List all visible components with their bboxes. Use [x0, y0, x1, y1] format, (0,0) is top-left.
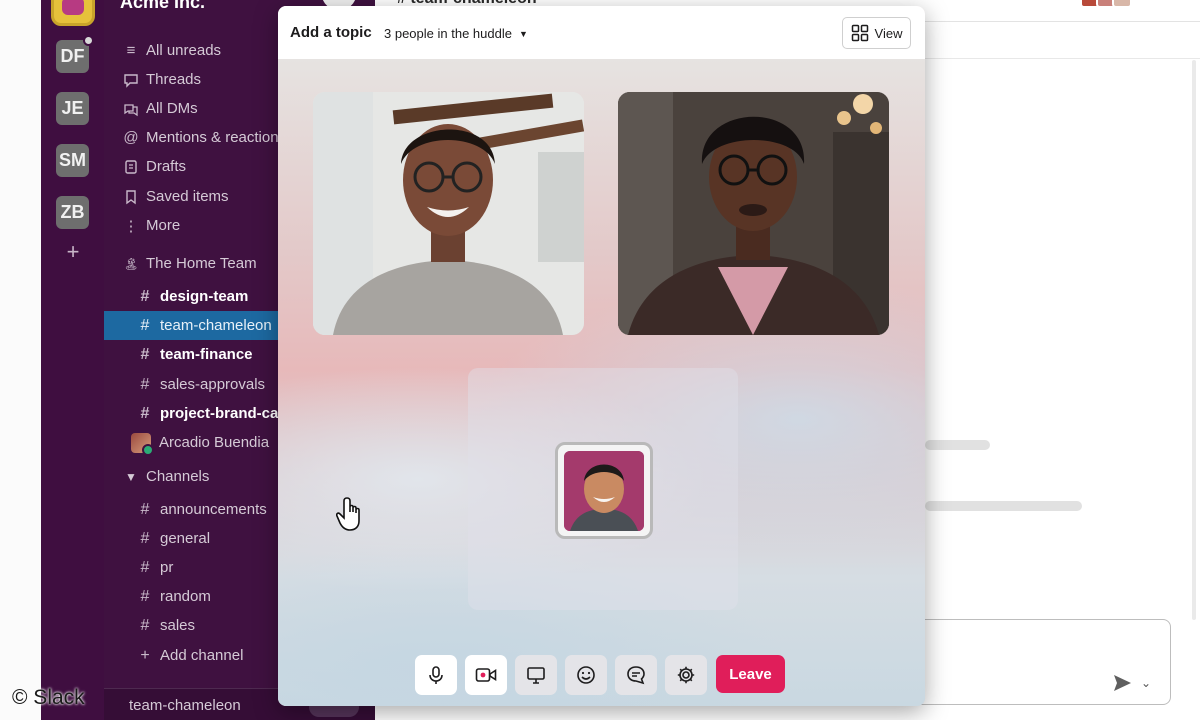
participant-video-1[interactable] [313, 92, 584, 335]
workspace-df[interactable]: DF [56, 35, 94, 73]
chevron-down-icon[interactable]: ⌄ [1141, 676, 1151, 690]
all-unreads-icon: ≡ [126, 42, 136, 59]
grid-icon [851, 24, 868, 42]
avatar [564, 451, 644, 531]
threads-icon [121, 70, 141, 90]
workspace-je[interactable]: JE [56, 92, 89, 125]
hash-icon: # [140, 616, 150, 634]
hash-icon: # [140, 587, 150, 605]
settings-icon [677, 666, 695, 684]
unread-dot [83, 35, 94, 46]
screen-share-button[interactable] [515, 655, 557, 695]
chevron-down-icon: ▼ [518, 28, 528, 39]
hash-icon: # [140, 287, 150, 305]
mute-button[interactable] [415, 655, 457, 695]
participant-avatar[interactable] [555, 442, 653, 539]
hash-icon: # [140, 558, 150, 576]
message-placeholder [925, 440, 990, 450]
hash-icon: # [140, 345, 150, 363]
hand-cursor-icon [336, 497, 360, 531]
huddle-header: Add a topic 3 people in the huddle ▼ View [278, 6, 925, 59]
participant-video-2[interactable] [618, 92, 889, 335]
add-topic-button[interactable]: Add a topic [290, 24, 372, 41]
hash-icon: # [140, 500, 150, 518]
video-icon [475, 668, 497, 682]
workspace-logo[interactable] [51, 0, 95, 26]
logo-mark [62, 0, 84, 15]
settings-button[interactable] [665, 655, 707, 695]
video-button[interactable] [465, 655, 507, 695]
view-button[interactable]: View [842, 17, 911, 49]
mentions-icon: @ [123, 129, 139, 146]
section-the-home-team[interactable]: 🏝 The Home Team [121, 255, 256, 272]
participant-photo [313, 92, 584, 335]
scrollbar[interactable] [1192, 60, 1196, 620]
workspace-sm[interactable]: SM [56, 144, 89, 177]
huddle-window: Add a topic 3 people in the huddle ▼ View [278, 6, 925, 706]
participant-photo [618, 92, 889, 335]
people-dropdown[interactable]: 3 people in the huddle ▼ [384, 26, 528, 41]
plus-icon: + [140, 646, 150, 664]
huddle-stage: Leave [278, 59, 925, 706]
hash-icon: # [140, 404, 150, 422]
reactions-button[interactable] [565, 655, 607, 695]
microphone-icon [429, 666, 443, 684]
huddle-channel-label: team-chameleon [129, 697, 241, 714]
member-avatars[interactable] [1080, 0, 1140, 8]
hash-icon: # [140, 375, 150, 393]
huddle-controls: Leave [278, 655, 925, 699]
hash-icon: # [140, 529, 150, 547]
dms-icon [121, 99, 141, 119]
add-workspace-icon[interactable]: + [63, 240, 83, 264]
caret-down-icon: ▼ [125, 469, 137, 484]
more-icon: ⋮ [123, 217, 139, 235]
thread-button[interactable] [615, 655, 657, 695]
avatar [131, 432, 154, 456]
section-channels[interactable]: ▼ Channels [121, 468, 209, 485]
copyright-watermark: © Slack [12, 686, 85, 709]
chat-icon [627, 666, 645, 685]
island-emoji-icon: 🏝 [123, 256, 139, 271]
leave-button[interactable]: Leave [716, 655, 785, 693]
workspace-name[interactable]: Acme Inc. [120, 0, 205, 13]
workspace-zb[interactable]: ZB [56, 196, 89, 229]
hash-icon: # [140, 316, 150, 334]
bookmark-icon [121, 187, 141, 207]
workspace-rail: DF JE SM ZB + [41, 0, 104, 720]
drafts-icon [121, 157, 141, 177]
avatar [1112, 0, 1132, 8]
emoji-icon [577, 666, 595, 684]
message-placeholder [925, 501, 1082, 511]
screen-share-icon [527, 667, 545, 684]
left-gutter [0, 0, 41, 720]
send-icon[interactable] [1111, 672, 1133, 694]
